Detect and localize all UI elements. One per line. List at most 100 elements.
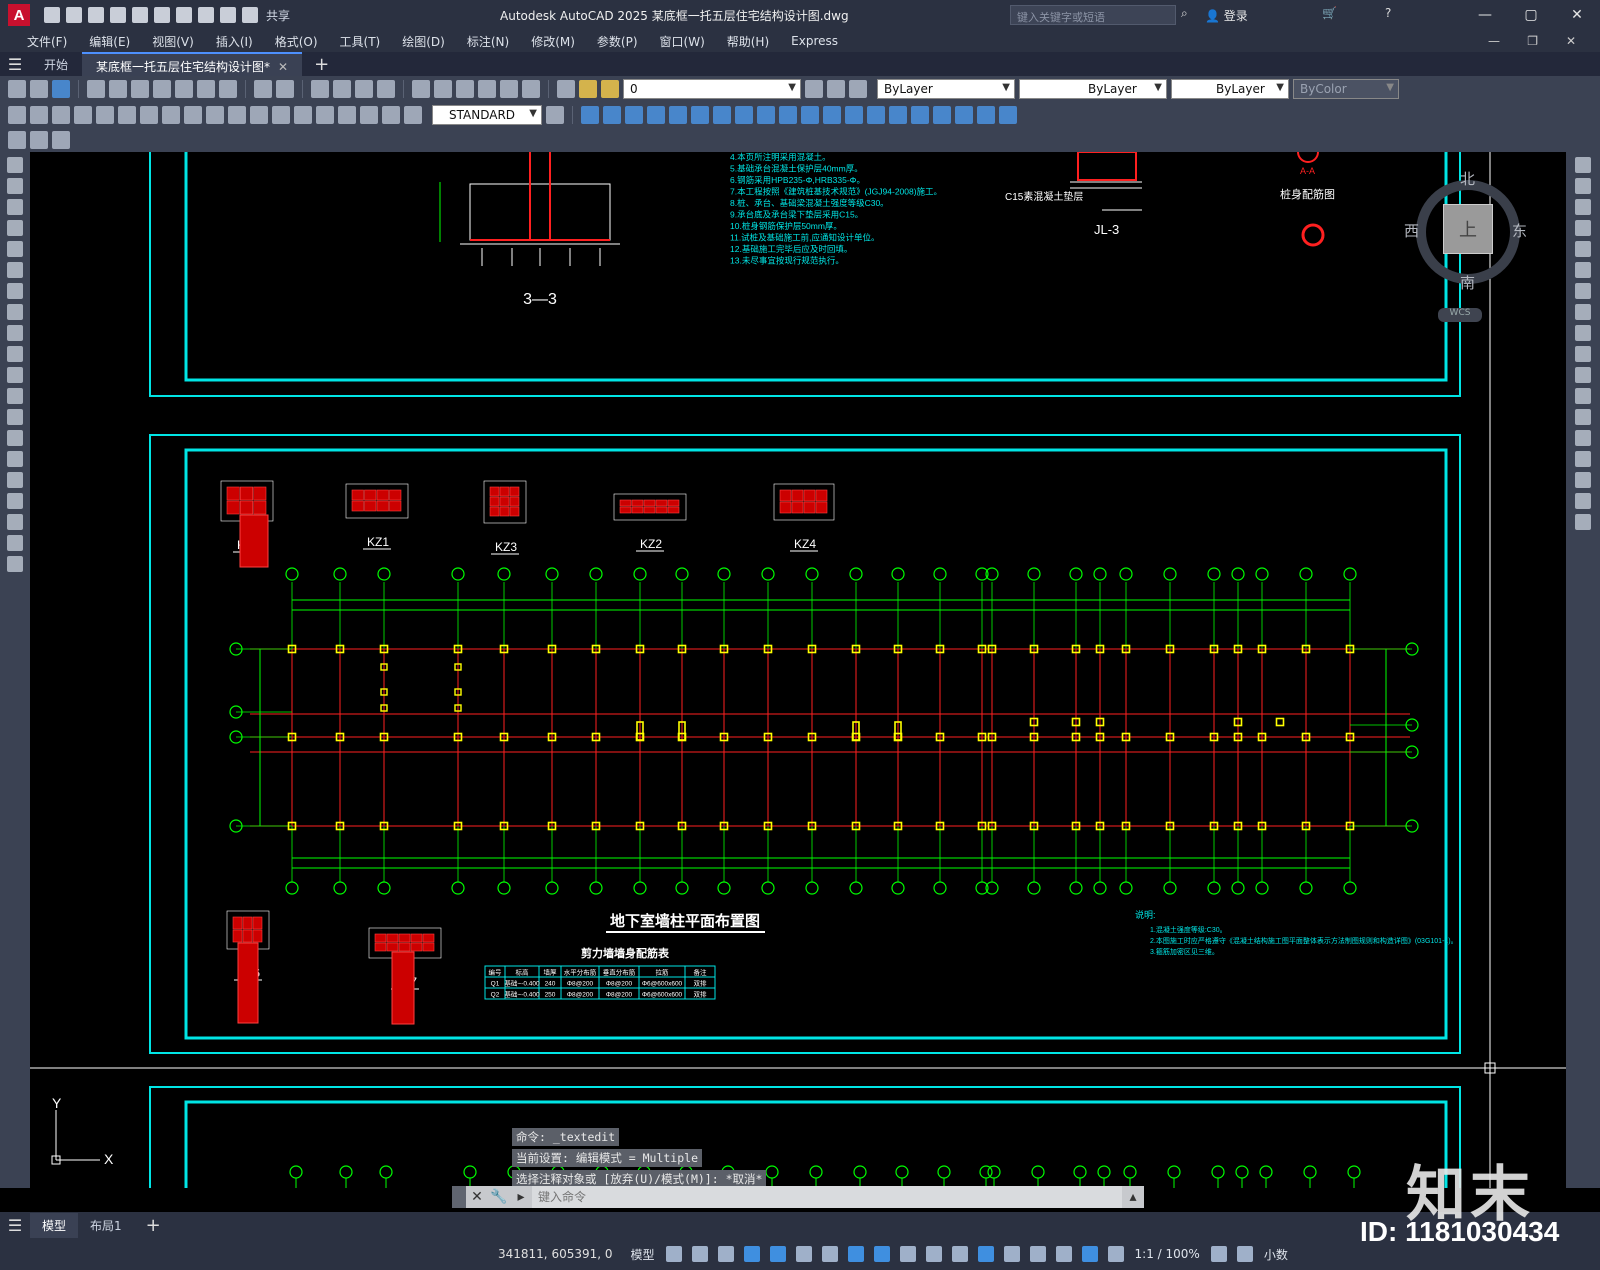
- viewcube-top-face[interactable]: 上: [1443, 204, 1493, 254]
- intersect-icon[interactable]: [867, 106, 885, 124]
- gizmo-icon[interactable]: [1055, 1246, 1072, 1262]
- cut-icon[interactable]: [153, 80, 171, 98]
- quick-dimension-icon[interactable]: [184, 106, 202, 124]
- model-space-button[interactable]: 模型: [625, 1246, 661, 1263]
- viewcube[interactable]: 上 北 南 东 西 WCS: [1404, 168, 1528, 328]
- command-input[interactable]: [532, 1186, 1122, 1208]
- move-icon[interactable]: [1575, 262, 1591, 278]
- coordinates-readout[interactable]: 341811, 605391, 0: [498, 1247, 613, 1261]
- line-icon[interactable]: [7, 157, 23, 173]
- array-icon[interactable]: [1575, 241, 1591, 257]
- annotation-scale-button[interactable]: 1:1 / 100%: [1129, 1247, 1206, 1261]
- zoom-realtime-icon[interactable]: [333, 80, 351, 98]
- calculator-icon[interactable]: [500, 80, 518, 98]
- paste-icon[interactable]: [197, 80, 215, 98]
- make-block-icon[interactable]: [7, 409, 23, 425]
- hatch-icon[interactable]: [7, 451, 23, 467]
- tolerance-icon[interactable]: [272, 106, 290, 124]
- wcs-menu-button[interactable]: WCS: [1438, 308, 1482, 322]
- explode-icon[interactable]: [1575, 514, 1591, 530]
- shell-icon[interactable]: [911, 106, 929, 124]
- new-icon[interactable]: [8, 80, 26, 98]
- command-expand-icon[interactable]: ▴: [1122, 1186, 1144, 1208]
- share-button[interactable]: 共享: [266, 7, 290, 24]
- redo-icon[interactable]: [276, 80, 294, 98]
- ellipse-icon[interactable]: [7, 346, 23, 362]
- layer-freeze-icon[interactable]: [601, 80, 619, 98]
- menu-window[interactable]: 窗口(W): [649, 33, 716, 50]
- arc-length-icon[interactable]: [52, 106, 70, 124]
- pyramid-icon[interactable]: [713, 106, 731, 124]
- maximize-button[interactable]: ▢: [1508, 0, 1554, 30]
- redo-icon[interactable]: [220, 7, 236, 23]
- gradient-icon[interactable]: [7, 472, 23, 488]
- help-search-input[interactable]: 键入关键字或短语: [1010, 5, 1176, 25]
- object-snap-icon[interactable]: [873, 1246, 890, 1262]
- menu-file[interactable]: 文件(F): [16, 33, 78, 50]
- revision-cloud-icon[interactable]: [7, 304, 23, 320]
- menu-tools[interactable]: 工具(T): [329, 33, 392, 50]
- loft-icon[interactable]: [801, 106, 819, 124]
- save-as-icon[interactable]: [110, 7, 126, 23]
- dynamic-ucs-icon[interactable]: [1003, 1246, 1020, 1262]
- undo-icon[interactable]: [198, 7, 214, 23]
- save-icon[interactable]: [88, 7, 104, 23]
- lineweight-dropdown[interactable]: ByLayer ▼: [1171, 79, 1289, 99]
- menu-edit[interactable]: 编辑(E): [78, 33, 141, 50]
- menu-express[interactable]: Express: [780, 34, 849, 48]
- 3d-move-icon[interactable]: [933, 106, 951, 124]
- infer-constraints-icon[interactable]: [717, 1246, 734, 1262]
- cart-icon[interactable]: 🛒: [1322, 6, 1337, 20]
- plotstyle-dropdown[interactable]: ByColor ▼: [1293, 79, 1399, 99]
- plot-icon[interactable]: [176, 7, 192, 23]
- stretch-icon[interactable]: [1575, 325, 1591, 341]
- workspace-icon[interactable]: [1210, 1246, 1227, 1262]
- auto-scale-icon[interactable]: [1107, 1246, 1124, 1262]
- trim-icon[interactable]: [1575, 346, 1591, 362]
- menu-insert[interactable]: 插入(I): [205, 33, 264, 50]
- edit-block-icon[interactable]: [8, 131, 26, 149]
- dimension-space-icon[interactable]: [250, 106, 268, 124]
- menu-dimension[interactable]: 标注(N): [456, 33, 520, 50]
- polyline-icon[interactable]: [7, 199, 23, 215]
- save-web-icon[interactable]: [154, 7, 170, 23]
- cylinder-icon[interactable]: [669, 106, 687, 124]
- plot-preview-icon[interactable]: [109, 80, 127, 98]
- hamburger-menu-icon[interactable]: ☰: [0, 52, 30, 76]
- 3d-array-icon[interactable]: [999, 106, 1017, 124]
- revolve-icon[interactable]: [757, 106, 775, 124]
- share-icon[interactable]: [242, 7, 258, 23]
- polar-tracking-icon[interactable]: [795, 1246, 812, 1262]
- subtract-icon[interactable]: [845, 106, 863, 124]
- continue-dimension-icon[interactable]: [228, 106, 246, 124]
- compass-north[interactable]: 北: [1460, 168, 1475, 189]
- tab-active-drawing[interactable]: 某底框一托五层住宅结构设计图* ✕: [82, 52, 303, 76]
- radius-dimension-icon[interactable]: [96, 106, 114, 124]
- object-snap-tracking-icon[interactable]: [847, 1246, 864, 1262]
- fillet-icon[interactable]: [1575, 472, 1591, 488]
- rotate-icon[interactable]: [1575, 283, 1591, 299]
- undo-icon[interactable]: [254, 80, 272, 98]
- torus-icon[interactable]: [691, 106, 709, 124]
- dimension-edit-icon[interactable]: [360, 106, 378, 124]
- menu-parametric[interactable]: 参数(P): [586, 33, 649, 50]
- command-recent-icon[interactable]: ▸: [510, 1186, 532, 1208]
- dimension-style-dropdown[interactable]: STANDARD ▼: [432, 105, 542, 125]
- layer-properties-icon[interactable]: [557, 80, 575, 98]
- angular-dimension-icon[interactable]: [162, 106, 180, 124]
- polygon-icon[interactable]: [7, 220, 23, 236]
- construction-line-icon[interactable]: [7, 178, 23, 194]
- open-file-icon[interactable]: [66, 7, 82, 23]
- rectangle-icon[interactable]: [7, 241, 23, 257]
- new-file-icon[interactable]: [44, 7, 60, 23]
- blend-curves-icon[interactable]: [1575, 493, 1591, 509]
- command-line-grip[interactable]: [452, 1186, 466, 1208]
- baseline-dimension-icon[interactable]: [206, 106, 224, 124]
- spline-icon[interactable]: [7, 325, 23, 341]
- drawing-canvas[interactable]: 3—3 4.本页所注明采用混凝土。 5.基础承台混凝土保护层40mm厚。 6.钢筋采…: [30, 152, 1566, 1188]
- copy-object-icon[interactable]: [1575, 178, 1591, 194]
- close-button[interactable]: ✕: [1554, 0, 1600, 30]
- wedge-icon[interactable]: [603, 106, 621, 124]
- table-icon[interactable]: [7, 514, 23, 530]
- break-at-point-icon[interactable]: [1575, 388, 1591, 404]
